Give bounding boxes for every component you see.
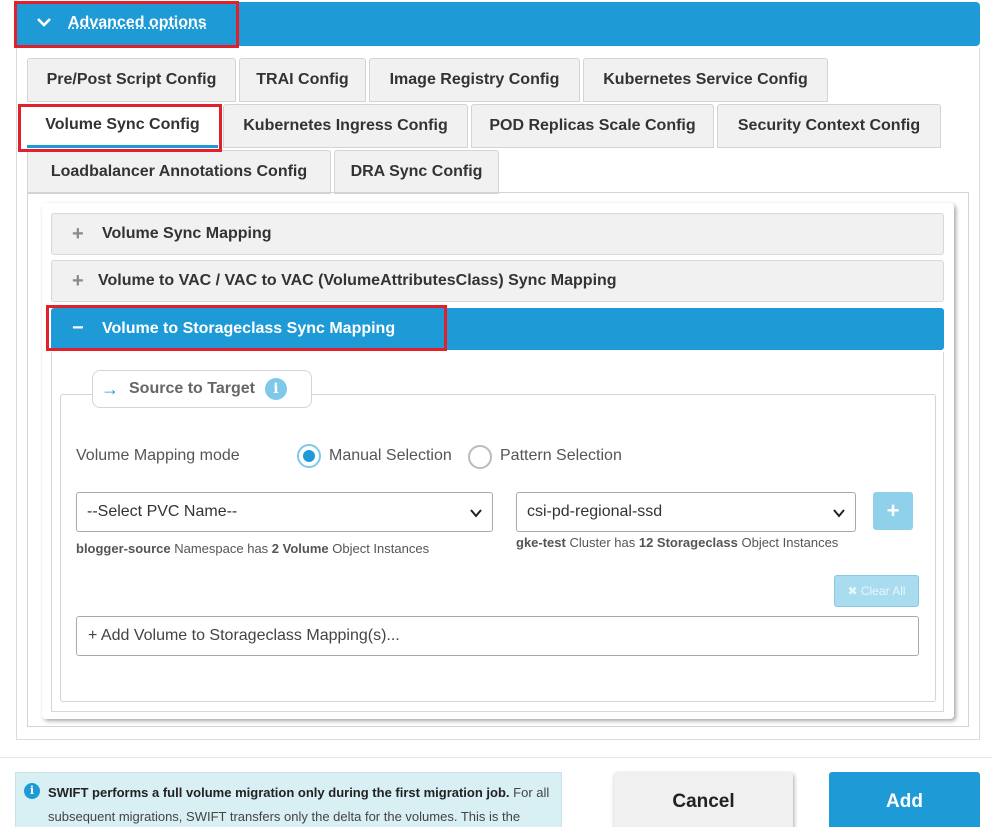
accordion-label: Volume to VAC / VAC to VAC (VolumeAttrib… [98, 272, 617, 289]
accordion-volume-sync-mapping[interactable]: + Volume Sync Mapping [51, 213, 944, 255]
highlight-box [18, 104, 222, 152]
highlight-box [46, 305, 447, 351]
storageclass-select[interactable]: csi-pd-regional-ssd [516, 492, 856, 532]
arrow-right-icon: → [101, 378, 119, 399]
info-icon[interactable]: i [264, 378, 287, 400]
tab-kubernetes-ingress-config[interactable]: Kubernetes Ingress Config [223, 104, 468, 148]
source-namespace-hint: blogger-source Namespace has 2 Volume Ob… [76, 541, 430, 556]
migration-notice: i SWIFT performs a full volume migration… [15, 772, 562, 827]
tab-kubernetes-service-config[interactable]: Kubernetes Service Config [583, 58, 828, 102]
tab-loadbalancer-annotations-config[interactable]: Loadbalancer Annotations Config [27, 150, 331, 194]
tab-pre-post-script-config[interactable]: Pre/Post Script Config [27, 58, 236, 102]
storageclass-select-value: csi-pd-regional-ssd [527, 503, 663, 520]
add-button[interactable]: Add [829, 772, 980, 827]
manual-selection-radio[interactable] [297, 444, 321, 468]
source-to-target-legend: → Source to Target i [92, 370, 312, 408]
plus-icon: + [72, 270, 84, 292]
chevron-down-icon [833, 509, 845, 518]
target-cluster-hint: gke-test Cluster has 12 Storageclass Obj… [516, 535, 839, 550]
accordion-vac-sync-mapping[interactable]: + Volume to VAC / VAC to VAC (VolumeAttr… [51, 260, 944, 302]
cancel-button[interactable]: Cancel [614, 772, 793, 827]
manual-selection-label[interactable]: Manual Selection [329, 447, 452, 465]
legend-label: Source to Target [129, 380, 255, 397]
tab-image-registry-config[interactable]: Image Registry Config [369, 58, 580, 102]
accordion-label: Volume Sync Mapping [102, 225, 272, 242]
pvc-name-select[interactable]: --Select PVC Name-- [76, 492, 493, 532]
tab-security-context-config[interactable]: Security Context Config [717, 104, 941, 148]
volume-mapping-mode-label: Volume Mapping mode [76, 447, 240, 464]
tab-pod-replicas-scale-config[interactable]: POD Replicas Scale Config [471, 104, 714, 148]
tab-trai-config[interactable]: TRAI Config [239, 58, 366, 102]
highlight-box [14, 1, 239, 48]
clear-all-button[interactable]: ✖ Clear All [834, 575, 919, 607]
divider [0, 757, 992, 758]
tab-dra-sync-config[interactable]: DRA Sync Config [334, 150, 499, 194]
plus-icon: + [72, 223, 84, 245]
pattern-selection-radio[interactable] [468, 445, 492, 469]
plus-icon: + [886, 498, 900, 523]
pattern-selection-label[interactable]: Pattern Selection [500, 447, 622, 465]
info-icon: i [24, 783, 40, 799]
add-storageclass-mapping-input[interactable]: + Add Volume to Storageclass Mapping(s).… [76, 616, 919, 656]
add-mapping-button[interactable]: + [873, 492, 913, 530]
chevron-down-icon [470, 509, 482, 518]
pvc-select-value: --Select PVC Name-- [87, 503, 238, 520]
